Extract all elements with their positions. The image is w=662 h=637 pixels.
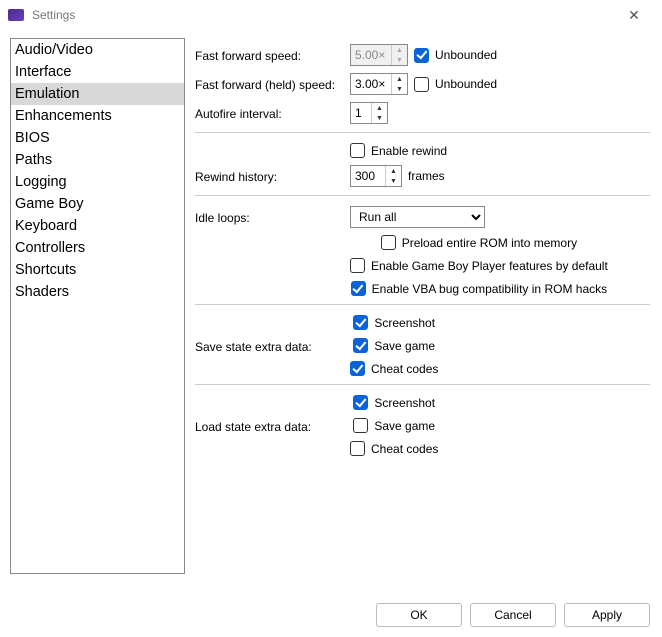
ff-held-unbounded-label: Unbounded	[435, 77, 497, 91]
autofire-spin[interactable]: ▲▼	[350, 102, 388, 124]
sidebar-item-bios[interactable]: BIOS	[11, 127, 184, 149]
load-extra-screenshot-check[interactable]: Screenshot	[353, 395, 435, 410]
preload-rom-check[interactable]: Preload entire ROM into memory	[381, 235, 577, 250]
load-extra-savegame-check[interactable]: Save game	[353, 418, 435, 433]
sidebar-item-keyboard[interactable]: Keyboard	[11, 215, 184, 237]
checkbox-icon	[350, 441, 365, 456]
ff-held-input[interactable]	[351, 74, 391, 94]
load-extra-screenshot-label: Screenshot	[374, 396, 435, 410]
save-extra-savegame-label: Save game	[374, 339, 435, 353]
vba-compat-check[interactable]: Enable VBA bug compatibility in ROM hack…	[351, 281, 607, 296]
vba-compat-label: Enable VBA bug compatibility in ROM hack…	[372, 282, 607, 296]
ok-button[interactable]: OK	[376, 603, 462, 627]
checkbox-icon	[353, 418, 368, 433]
load-extra-savegame-label: Save game	[374, 419, 435, 433]
idle-loops-select[interactable]: Run all	[350, 206, 485, 228]
save-extra-screenshot-label: Screenshot	[374, 316, 435, 330]
load-extra-cheats-check[interactable]: Cheat codes	[350, 441, 438, 456]
window-title: Settings	[32, 8, 614, 22]
sidebar-item-shortcuts[interactable]: Shortcuts	[11, 259, 184, 281]
save-extra-savegame-check[interactable]: Save game	[353, 338, 435, 353]
sidebar-item-controllers[interactable]: Controllers	[11, 237, 184, 259]
close-icon[interactable]: ✕	[614, 7, 654, 24]
ff-speed-unbounded-check[interactable]: Unbounded	[414, 48, 497, 63]
separator	[195, 304, 650, 305]
cancel-button[interactable]: Cancel	[470, 603, 556, 627]
checkbox-icon	[350, 361, 365, 376]
sidebar-item-emulation[interactable]: Emulation	[11, 83, 184, 105]
checkbox-icon	[350, 258, 365, 273]
save-extra-cheats-check[interactable]: Cheat codes	[350, 361, 438, 376]
ff-held-label: Fast forward (held) speed:	[195, 76, 350, 92]
spin-arrows[interactable]: ▲▼	[385, 166, 401, 186]
checkbox-icon	[353, 395, 368, 410]
titlebar: Settings ✕	[0, 0, 662, 30]
enable-rewind-check[interactable]: Enable rewind	[350, 143, 447, 158]
idle-loops-label: Idle loops:	[195, 209, 350, 225]
preload-rom-label: Preload entire ROM into memory	[402, 236, 577, 250]
gbp-features-label: Enable Game Boy Player features by defau…	[371, 259, 608, 273]
separator	[195, 132, 650, 133]
rewind-history-unit: frames	[408, 169, 445, 183]
sidebar-item-interface[interactable]: Interface	[11, 61, 184, 83]
separator	[195, 195, 650, 196]
spin-arrows[interactable]: ▲▼	[391, 74, 407, 94]
spin-arrows: ▲▼	[391, 45, 407, 65]
ff-speed-input	[351, 45, 391, 65]
sidebar-item-paths[interactable]: Paths	[11, 149, 184, 171]
sidebar-item-shaders[interactable]: Shaders	[11, 281, 184, 303]
category-sidebar: Audio/VideoInterfaceEmulationEnhancement…	[10, 38, 185, 574]
autofire-label: Autofire interval:	[195, 105, 350, 121]
checkbox-icon	[350, 143, 365, 158]
sidebar-item-logging[interactable]: Logging	[11, 171, 184, 193]
checkbox-icon	[414, 48, 429, 63]
spin-arrows[interactable]: ▲▼	[371, 103, 387, 123]
ff-held-spin[interactable]: ▲▼	[350, 73, 408, 95]
dialog-buttons: OK Cancel Apply	[376, 603, 650, 627]
rewind-history-spin[interactable]: ▲▼	[350, 165, 402, 187]
checkbox-icon	[353, 315, 368, 330]
ff-speed-unbounded-label: Unbounded	[435, 48, 497, 62]
apply-button[interactable]: Apply	[564, 603, 650, 627]
save-extra-screenshot-check[interactable]: Screenshot	[353, 315, 435, 330]
settings-panel: Fast forward speed: ▲▼ Unbounded Fast fo…	[195, 38, 662, 574]
ff-speed-spin: ▲▼	[350, 44, 408, 66]
checkbox-icon	[381, 235, 396, 250]
sidebar-item-audio-video[interactable]: Audio/Video	[11, 39, 184, 61]
checkbox-icon	[351, 281, 366, 296]
ff-held-unbounded-check[interactable]: Unbounded	[414, 77, 497, 92]
ff-speed-label: Fast forward speed:	[195, 47, 350, 63]
save-extra-cheats-label: Cheat codes	[371, 362, 438, 376]
checkbox-icon	[353, 338, 368, 353]
rewind-history-label: Rewind history:	[195, 168, 350, 184]
save-extra-label: Save state extra data:	[195, 338, 350, 354]
sidebar-item-enhancements[interactable]: Enhancements	[11, 105, 184, 127]
enable-rewind-label: Enable rewind	[371, 144, 447, 158]
load-extra-label: Load state extra data:	[195, 418, 350, 434]
checkbox-icon	[414, 77, 429, 92]
rewind-history-input[interactable]	[351, 166, 385, 186]
separator	[195, 384, 650, 385]
app-icon	[8, 9, 24, 21]
load-extra-cheats-label: Cheat codes	[371, 442, 438, 456]
autofire-input[interactable]	[351, 103, 371, 123]
gbp-features-check[interactable]: Enable Game Boy Player features by defau…	[350, 258, 608, 273]
sidebar-item-game-boy[interactable]: Game Boy	[11, 193, 184, 215]
